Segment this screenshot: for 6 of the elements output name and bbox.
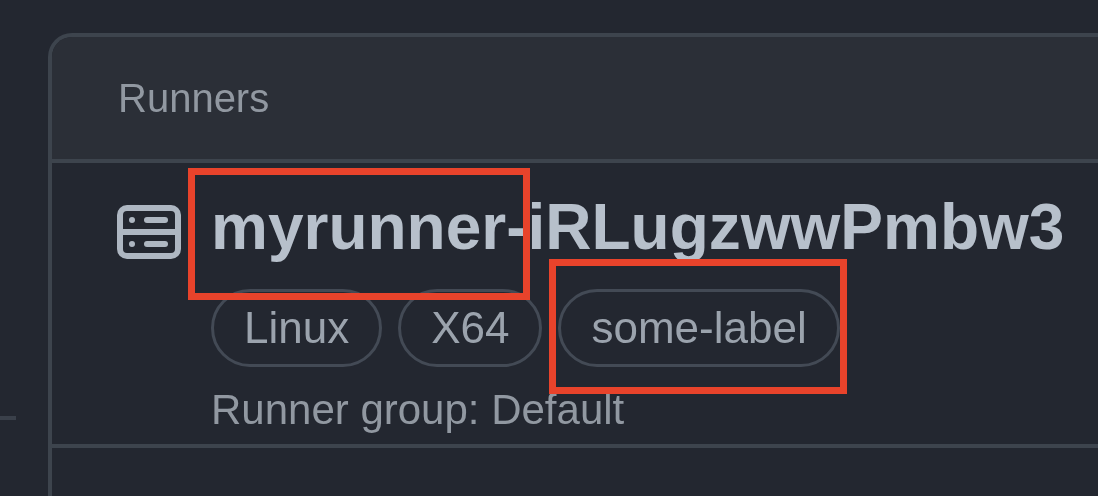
panel-title: Runners xyxy=(118,75,270,121)
label-tag: some-label xyxy=(558,289,840,367)
runner-group-text: Runner group: Default xyxy=(211,385,626,435)
server-icon xyxy=(117,205,181,259)
label-tag: Linux xyxy=(211,289,383,367)
label-tag: X64 xyxy=(398,289,543,367)
